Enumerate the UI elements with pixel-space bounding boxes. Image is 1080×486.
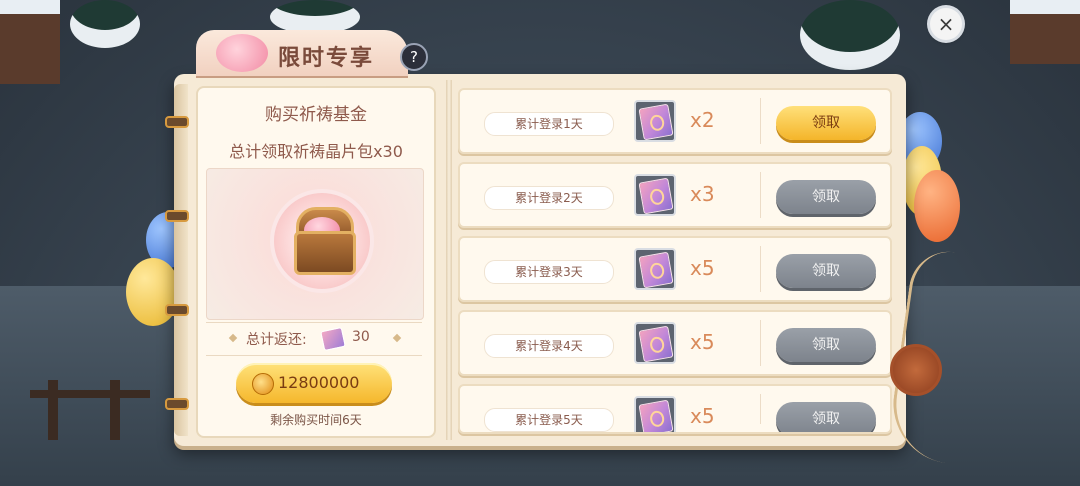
reward-quantity: x3 xyxy=(690,182,715,206)
book-spine xyxy=(174,84,188,436)
day-label: 累计登录4天 xyxy=(484,334,614,358)
claim-button[interactable]: 领取 xyxy=(776,402,876,432)
binder-ring xyxy=(165,304,189,316)
wooden-fence xyxy=(48,380,58,440)
row-divider xyxy=(760,172,761,218)
reward-quantity: x5 xyxy=(690,256,715,280)
reward-row-day-5: 累计登录5天 x5 领取 xyxy=(458,384,892,434)
prayer-shard-pack-icon xyxy=(638,399,674,432)
reward-row-day-1: 累计登录1天 x2 领取 xyxy=(458,88,892,154)
total-rebate-value: 30 xyxy=(352,329,370,345)
shard-emblem xyxy=(648,335,666,354)
shard-emblem xyxy=(648,187,666,206)
gold-coin-icon xyxy=(252,373,274,395)
binder-ring xyxy=(165,116,189,128)
prayer-shard-pack-icon xyxy=(638,251,674,289)
reward-item-slot[interactable] xyxy=(634,248,676,290)
reward-item-slot[interactable] xyxy=(634,322,676,364)
shard-emblem xyxy=(648,261,666,280)
fund-title: 购买祈祷基金 xyxy=(265,105,367,125)
page-title: 限时专享 xyxy=(278,46,375,71)
row-divider xyxy=(760,98,761,144)
total-rebate-label: 总计返还: xyxy=(246,332,307,348)
wax-seal-icon xyxy=(890,344,942,396)
row-divider xyxy=(760,246,761,292)
reward-item-slot[interactable] xyxy=(634,100,676,142)
reward-row-day-4: 累计登录4天 x5 领取 xyxy=(458,310,892,376)
day-label: 累计登录3天 xyxy=(484,260,614,284)
snowy-tree xyxy=(270,0,360,34)
reward-quantity: x5 xyxy=(690,404,715,428)
day-label: 累计登录5天 xyxy=(484,408,614,432)
buy-fund-button[interactable]: 12800000 xyxy=(236,363,392,403)
reward-item-slot[interactable] xyxy=(634,396,676,432)
shard-emblem xyxy=(648,409,666,428)
diamond-ornament-icon xyxy=(228,333,238,343)
claim-button[interactable]: 领取 xyxy=(776,328,876,362)
day-label: 累计登录2天 xyxy=(484,186,614,210)
orange-balloon xyxy=(914,170,960,242)
reward-item-slot[interactable] xyxy=(634,174,676,216)
close-button[interactable]: × xyxy=(930,8,962,40)
reward-row-day-3: 累计登录3天 x5 领取 xyxy=(458,236,892,302)
prayer-shard-pack-icon xyxy=(320,326,346,352)
chest-display xyxy=(206,168,424,320)
remaining-time: 剩余购买时间6天 xyxy=(270,413,362,427)
claim-button[interactable]: 领取 xyxy=(776,106,876,140)
total-rebate-row: 总计返还: 30 xyxy=(206,322,422,356)
binder-ring xyxy=(165,398,189,410)
reward-quantity: x2 xyxy=(690,108,715,132)
house xyxy=(1010,0,1080,64)
row-divider xyxy=(760,394,761,424)
title-tab: 限时专享 xyxy=(196,30,408,76)
reward-quantity: x5 xyxy=(690,330,715,354)
row-divider xyxy=(760,320,761,366)
fund-subtitle: 总计领取祈祷晶片包x30 xyxy=(229,142,403,161)
house xyxy=(0,0,60,84)
help-button[interactable]: ? xyxy=(400,43,428,71)
claim-button[interactable]: 领取 xyxy=(776,180,876,214)
chest-halo xyxy=(270,189,374,293)
snowy-tree xyxy=(800,0,900,70)
diamond-ornament-icon xyxy=(392,333,402,343)
buy-price: 12800000 xyxy=(278,373,360,392)
poring-mascot-icon xyxy=(216,34,268,72)
shard-emblem xyxy=(648,113,666,132)
day-label: 累计登录1天 xyxy=(484,112,614,136)
reward-row-day-2: 累计登录2天 x3 领取 xyxy=(458,162,892,228)
wooden-fence xyxy=(110,380,120,440)
binder-ring xyxy=(165,210,189,222)
prayer-shard-pack-icon xyxy=(638,103,674,141)
claim-button[interactable]: 领取 xyxy=(776,254,876,288)
prayer-shard-pack-icon xyxy=(638,177,674,215)
treasure-chest-icon xyxy=(294,231,356,275)
page-divider xyxy=(446,80,452,440)
prayer-shard-pack-icon xyxy=(638,325,674,363)
snowy-tree xyxy=(70,0,140,48)
